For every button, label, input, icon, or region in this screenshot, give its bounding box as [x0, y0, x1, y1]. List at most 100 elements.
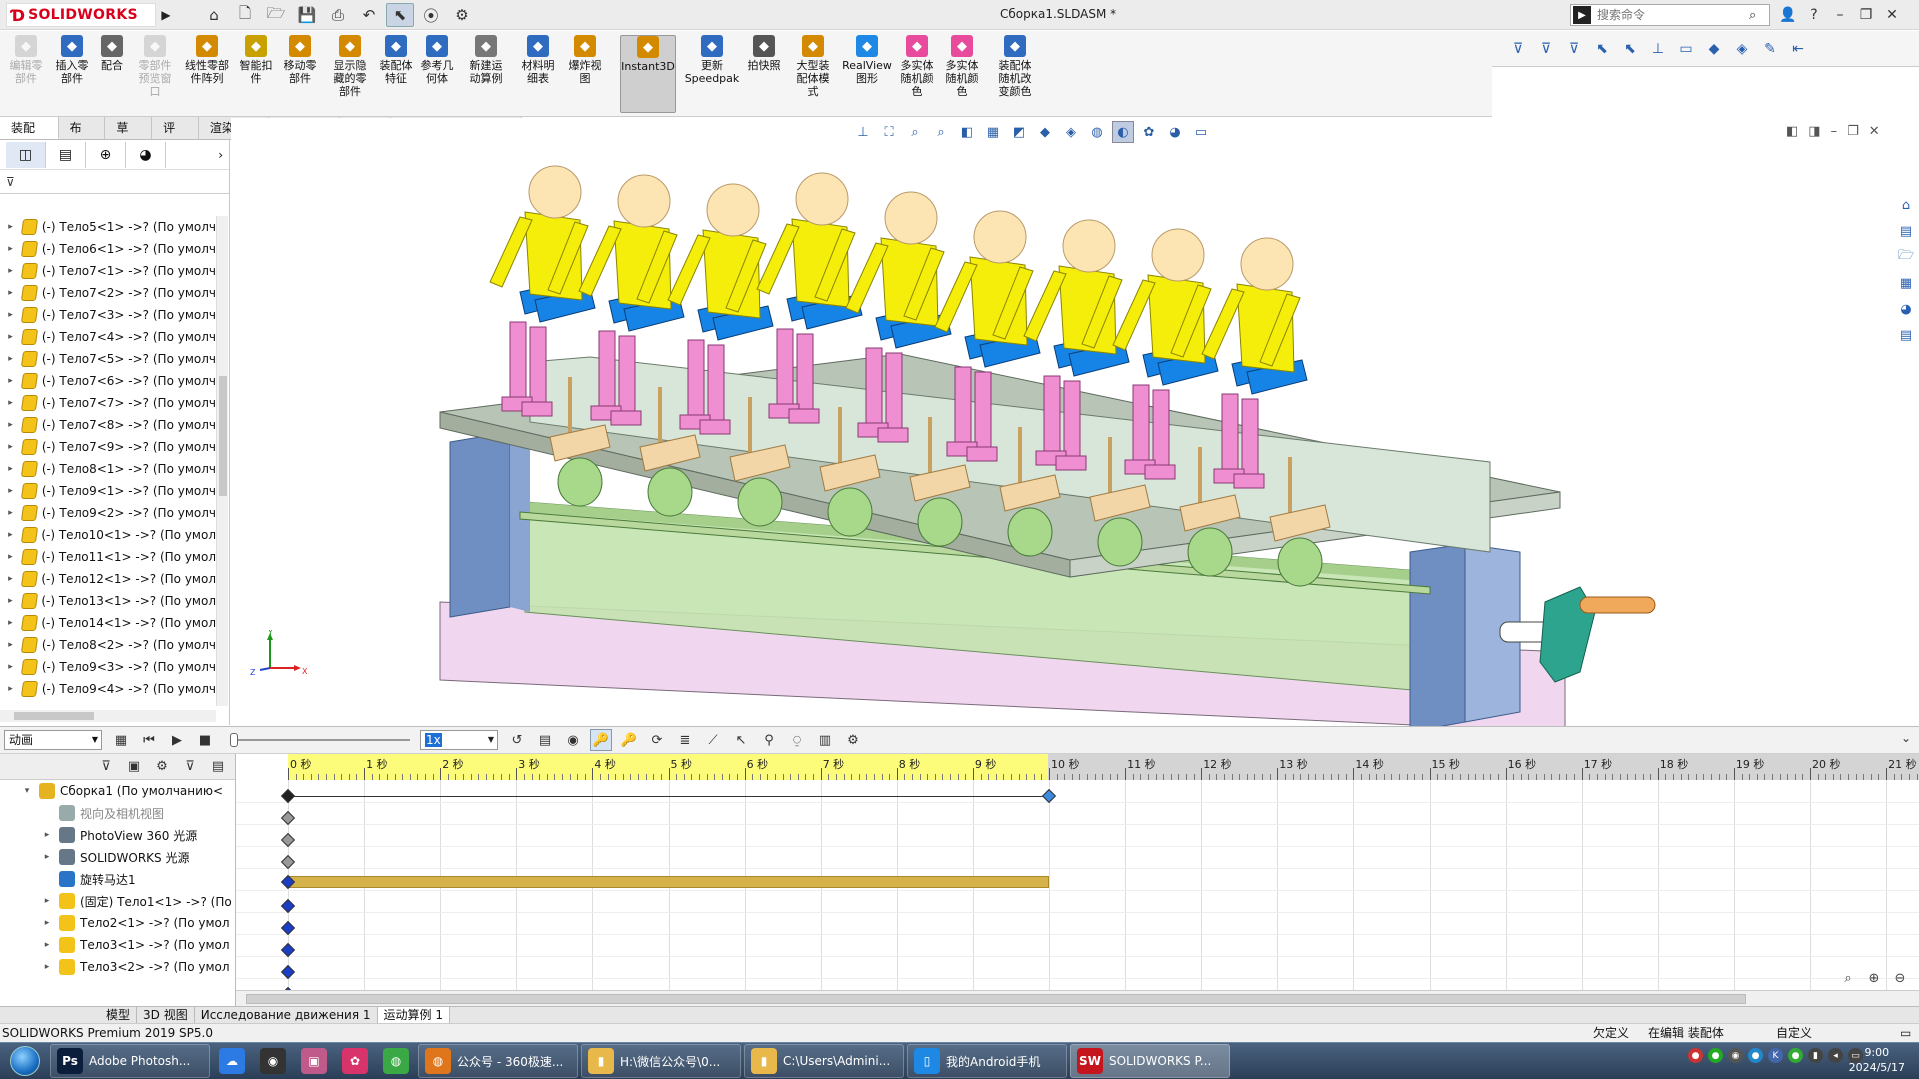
- tray-blue-icon[interactable]: ●: [1748, 1048, 1763, 1063]
- zoom-out-timeline-icon[interactable]: ⊖: [1890, 968, 1910, 988]
- expand-arrow-icon[interactable]: ▸: [4, 310, 17, 320]
- expand-arrow-icon[interactable]: ▸: [4, 332, 17, 342]
- print-icon[interactable]: ⎙: [324, 3, 352, 27]
- study-type-select[interactable]: 动画: [4, 730, 102, 750]
- status-units[interactable]: 自定义: [1776, 1024, 1812, 1042]
- expand-arrow-icon[interactable]: ▸: [4, 640, 17, 650]
- timeline[interactable]: 0 秒 1 秒 2 秒 3 秒 4 秒 5 秒 6 秒 7 秒 8 秒 9 秒 10 秒 11 秒 12…: [236, 754, 1919, 1010]
- taskbar-item[interactable]: ▯ 我的Android手机: [907, 1044, 1067, 1078]
- assembly-model[interactable]: [430, 132, 1660, 732]
- expand-arrow-icon[interactable]: ▸: [4, 464, 17, 474]
- tree-item[interactable]: ▸ (-) Тело7<5> ->? (По умолч: [0, 348, 216, 370]
- expand-arrow-icon[interactable]: ▸: [40, 852, 54, 862]
- tree-item[interactable]: ▸ (-) Тело12<1> ->? (По умол: [0, 568, 216, 590]
- custom-properties-icon[interactable]: ▤: [1895, 325, 1917, 345]
- filter-selected-icon[interactable]: ⚙: [151, 756, 173, 778]
- expand-arrow-icon[interactable]: ▸: [4, 662, 17, 672]
- config-manager-tab-icon[interactable]: ⊕: [86, 141, 126, 168]
- scrollbar-thumb[interactable]: [219, 376, 227, 496]
- cmd-exploded-view-button[interactable]: ◆ 爆炸视 图: [564, 35, 606, 113]
- menu-flyout-arrow-icon[interactable]: ▶: [158, 5, 174, 25]
- save-animation-icon[interactable]: ▤: [534, 729, 556, 751]
- tree-item[interactable]: ▸ (-) Тело7<4> ->? (По умолч: [0, 326, 216, 348]
- expand-arrow-icon[interactable]: ▸: [40, 962, 54, 972]
- select-icon[interactable]: ⬉: [386, 3, 414, 27]
- tree-item[interactable]: ▸ (-) Тело13<1> ->? (По умол: [0, 590, 216, 612]
- taskbar-item[interactable]: ◍ 公众号 - 360极速...: [418, 1044, 578, 1078]
- expand-arrow-icon[interactable]: ▸: [4, 288, 17, 298]
- tree-item[interactable]: ▸ (-) Тело11<1> ->? (По умол: [0, 546, 216, 568]
- collapse-tree-icon[interactable]: ▤: [207, 756, 229, 778]
- taskbar-item[interactable]: ◍: [377, 1044, 415, 1078]
- damper-icon[interactable]: ⟋: [702, 729, 724, 751]
- help-icon[interactable]: ?: [1802, 3, 1826, 27]
- playback-slider[interactable]: [230, 733, 410, 747]
- open-icon[interactable]: 🗁: [262, 3, 290, 27]
- expand-arrow-icon[interactable]: ▸: [4, 222, 17, 232]
- cmd-move-part-button[interactable]: ◆ 移动零 部件: [278, 35, 322, 113]
- tree-item[interactable]: ▸ (-) Тело7<2> ->? (По умолч: [0, 282, 216, 304]
- tray-k-icon[interactable]: K: [1768, 1048, 1783, 1063]
- filter-vertices-icon[interactable]: ⊽: [1564, 39, 1584, 59]
- cmd-linear-pattern-button[interactable]: ◆ 线性零部 件阵列: [180, 35, 234, 113]
- key-point[interactable]: [280, 854, 296, 870]
- expand-arrow-icon[interactable]: ▸: [4, 508, 17, 518]
- key-point[interactable]: [280, 832, 296, 848]
- tree-item[interactable]: ▸ (-) Тело8<1> ->? (По умолч: [0, 458, 216, 480]
- viewport-prev-icon[interactable]: ◧: [1786, 124, 1798, 139]
- options-icon[interactable]: ⚙: [448, 3, 476, 27]
- expand-arrow-icon[interactable]: ▸: [4, 420, 17, 430]
- viewport-minimize-icon[interactable]: –: [1831, 124, 1838, 139]
- key-point[interactable]: [280, 942, 296, 958]
- cube-icon[interactable]: ◆: [1704, 39, 1724, 59]
- motion-tree-item[interactable]: ▸ (固定) Тело1<1> ->? (По: [0, 890, 235, 912]
- cmd-bom-button[interactable]: ◆ 材料明 细表: [516, 35, 560, 113]
- feature-tree-tab-icon[interactable]: ◫: [6, 141, 46, 168]
- viewport-restore-icon[interactable]: ❐: [1847, 124, 1859, 139]
- key-point-end[interactable]: [1041, 788, 1057, 804]
- plane-icon[interactable]: ▭: [1676, 39, 1696, 59]
- search-input[interactable]: [1591, 6, 1749, 24]
- expand-arrow-icon[interactable]: ▸: [4, 530, 17, 540]
- new-document-icon[interactable]: 🗋: [231, 3, 259, 27]
- cmd-snapshot-button[interactable]: ◆ 拍快照: [744, 35, 784, 113]
- tab-3[interactable]: 评估: [152, 117, 199, 157]
- tree-item[interactable]: ▸ (-) Тело7<3> ->? (По умолч: [0, 304, 216, 326]
- file-explorer-icon[interactable]: 🗁: [1895, 247, 1917, 267]
- model-tab-0[interactable]: 模型: [100, 1007, 138, 1023]
- filter-faces-icon[interactable]: ⊽: [1508, 39, 1528, 59]
- taskbar-item[interactable]: ▮ H:\微信公众号\0...: [581, 1044, 741, 1078]
- results-plots-icon[interactable]: ▥: [814, 729, 836, 751]
- close-icon[interactable]: ✕: [1880, 3, 1904, 27]
- clock[interactable]: 9:00 2024/5/17: [1849, 1045, 1905, 1075]
- cmd-assembly-feature-button[interactable]: ◆ 装配体 特征: [375, 35, 417, 113]
- expand-arrow-icon[interactable]: ▸: [40, 830, 54, 840]
- appearance-tab-icon[interactable]: ◕: [126, 141, 166, 168]
- cmd-speedpak-button[interactable]: ◆ 更新 Speedpak: [684, 35, 740, 113]
- key-point[interactable]: [280, 920, 296, 936]
- key-point-start[interactable]: [280, 788, 296, 804]
- motion-tree-item[interactable]: ▸ Тело2<1> ->? (По умол: [0, 912, 235, 934]
- tree-item[interactable]: ▸ (-) Тело7<9> ->? (По умолч: [0, 436, 216, 458]
- expand-arrow-icon[interactable]: ▸: [4, 398, 17, 408]
- model-tab-2[interactable]: Исследование движения 1: [195, 1007, 378, 1023]
- cmd-large-assembly-button[interactable]: ◆ 大型装 配体模 式: [790, 35, 836, 113]
- body-icon[interactable]: ◈: [1732, 39, 1752, 59]
- select-other-icon[interactable]: ⬉: [1620, 39, 1640, 59]
- motion-tree-item[interactable]: ▸ Тело3<2> ->? (По умол: [0, 956, 235, 978]
- slider-knob[interactable]: [230, 733, 238, 747]
- expand-arrow-icon[interactable]: ▸: [4, 266, 17, 276]
- tree-item[interactable]: ▸ (-) Тело6<1> ->? (По умолч: [0, 238, 216, 260]
- spring-icon[interactable]: ≣: [674, 729, 696, 751]
- traffic-light-icon[interactable]: ⦿: [417, 3, 445, 27]
- tree-hscrollbar[interactable]: [0, 710, 216, 722]
- restore-icon[interactable]: ❐: [1854, 3, 1878, 27]
- key-point[interactable]: [280, 810, 296, 826]
- animation-wizard-icon[interactable]: ◉: [562, 729, 584, 751]
- motion-tree-item[interactable]: 视向及相机视图: [0, 802, 235, 824]
- filter-driving-icon[interactable]: ▣: [123, 756, 145, 778]
- property-manager-tab-icon[interactable]: ▤: [46, 141, 86, 168]
- force-icon[interactable]: ↖: [730, 729, 752, 751]
- calculate-icon[interactable]: ▦: [110, 729, 132, 751]
- tree-scrollbar[interactable]: [216, 216, 228, 706]
